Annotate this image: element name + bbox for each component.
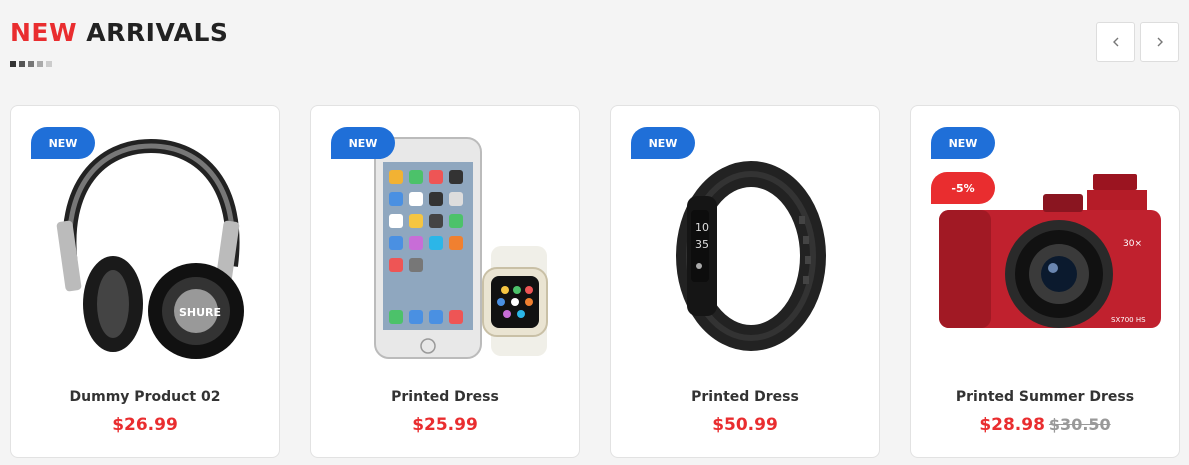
chevron-right-icon bbox=[1157, 37, 1163, 47]
fitness-band-image[interactable]: 10 35 bbox=[631, 126, 861, 376]
dot bbox=[28, 61, 34, 67]
carousel-next-button[interactable] bbox=[1140, 22, 1179, 62]
new-badge: NEW bbox=[31, 127, 95, 159]
section-title-accent: NEW bbox=[10, 18, 78, 47]
new-badge: NEW bbox=[631, 127, 695, 159]
product-price: $50.99 bbox=[712, 415, 778, 435]
product-old-price: $30.50 bbox=[1048, 415, 1111, 434]
discount-badge: -5% bbox=[931, 172, 995, 204]
product-name[interactable]: Printed Dress bbox=[611, 389, 879, 405]
phone-and-watch-image[interactable] bbox=[331, 126, 561, 376]
svg-text:SX700 HS: SX700 HS bbox=[1111, 316, 1146, 324]
product-card[interactable]: 30× SX700 HS NEW -5% Printed Summer Dres… bbox=[910, 105, 1180, 458]
dot bbox=[19, 61, 25, 67]
product-card[interactable]: 10 35 NEW Printed Dress $50.99 bbox=[610, 105, 880, 458]
product-price: $28.98 bbox=[979, 415, 1045, 435]
product-price: $25.99 bbox=[412, 415, 478, 435]
product-card[interactable]: SHURE NEW Dummy Product 02 $26.99 bbox=[10, 105, 280, 458]
new-badge: NEW bbox=[331, 127, 395, 159]
red-camera-image[interactable]: 30× SX700 HS bbox=[931, 126, 1161, 376]
dot bbox=[10, 61, 16, 67]
new-badge: NEW bbox=[931, 127, 995, 159]
title-underline-dots bbox=[10, 61, 52, 67]
product-price: $26.99 bbox=[112, 415, 178, 435]
product-name[interactable]: Dummy Product 02 bbox=[11, 389, 279, 405]
section-title: NEW ARRIVALS bbox=[10, 18, 228, 48]
dot bbox=[46, 61, 52, 67]
product-price-row: $25.99 bbox=[311, 415, 579, 435]
svg-text:30×: 30× bbox=[1123, 239, 1142, 249]
carousel-prev-button[interactable] bbox=[1096, 22, 1135, 62]
product-name[interactable]: Printed Dress bbox=[311, 389, 579, 405]
product-price-row: $50.99 bbox=[611, 415, 879, 435]
dot bbox=[37, 61, 43, 67]
chevron-left-icon bbox=[1112, 37, 1118, 47]
svg-text:10: 10 bbox=[695, 221, 709, 234]
section-title-main: ARRIVALS bbox=[86, 18, 229, 47]
product-name[interactable]: Printed Summer Dress bbox=[911, 389, 1179, 405]
svg-text:SHURE: SHURE bbox=[179, 306, 221, 319]
product-price-row: $26.99 bbox=[11, 415, 279, 435]
headphones-image[interactable]: SHURE bbox=[31, 126, 261, 376]
svg-text:35: 35 bbox=[695, 238, 709, 251]
product-card[interactable]: NEW Printed Dress $25.99 bbox=[310, 105, 580, 458]
product-price-row: $28.98 $30.50 bbox=[911, 415, 1179, 435]
